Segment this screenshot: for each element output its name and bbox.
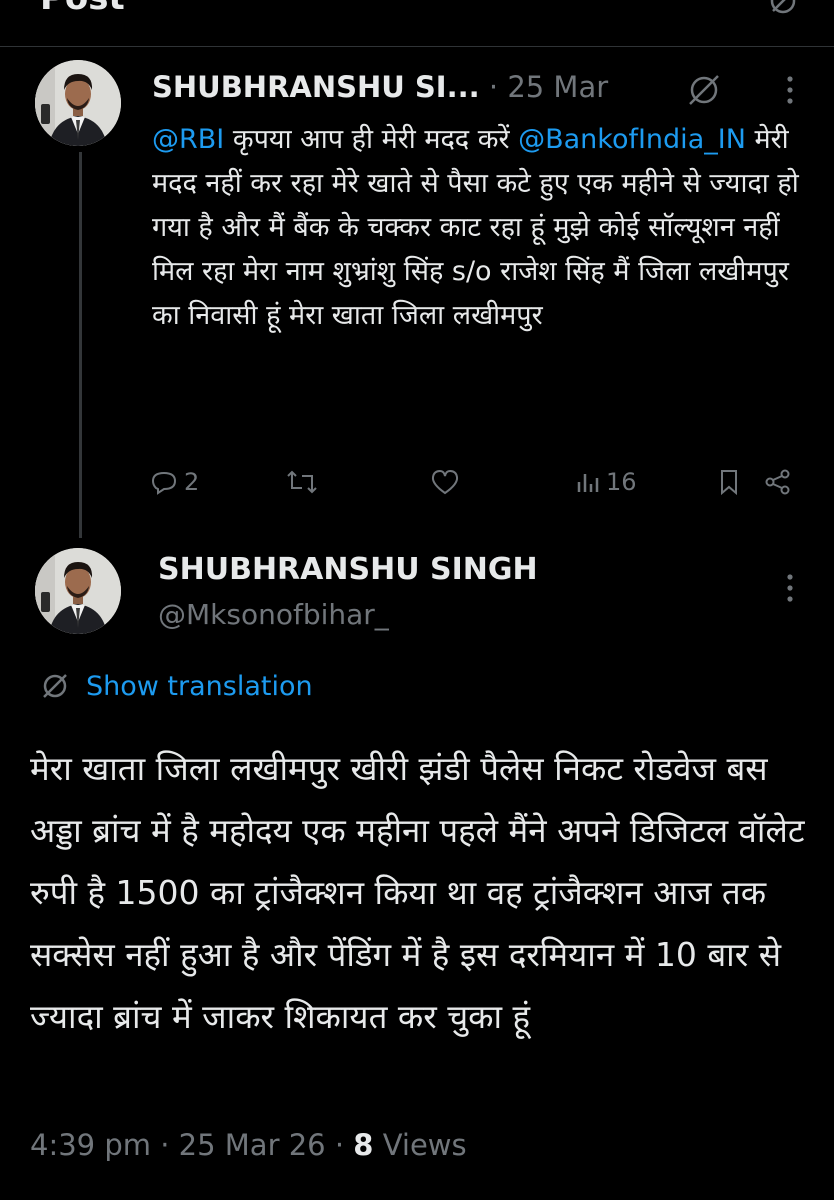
share-icon xyxy=(765,469,790,495)
share-button[interactable] xyxy=(764,462,792,502)
reply-settings-icon[interactable] xyxy=(768,0,798,16)
top-app-bar: Post xyxy=(0,0,834,47)
views-count[interactable]: 8 xyxy=(353,1128,373,1162)
post-meta: 4:39 pm · 25 Mar 26 · 8 Views xyxy=(30,1128,467,1162)
grok-icon xyxy=(43,674,67,698)
post-text: @RBI कृपया आप ही मेरी मदद करें @BankofIn… xyxy=(152,118,812,338)
profile-photo xyxy=(35,548,121,634)
reply-icon xyxy=(151,471,177,495)
profile-photo xyxy=(35,60,121,146)
post-text-segment: कृपया आप ही मेरी मदद करें xyxy=(224,124,519,155)
views-label: Views xyxy=(382,1128,467,1162)
post-text: मेरा खाता जिला लखीमपुर खीरी झंडी पैलेस न… xyxy=(30,749,805,1036)
post-text-segment: मेरी मदद नहीं कर रहा मेरे खाते से पैसा क… xyxy=(152,124,799,331)
views-count: 16 xyxy=(606,468,637,496)
show-translation-label: Show translation xyxy=(86,670,313,702)
separator-dot: · xyxy=(488,70,499,104)
analytics-icon xyxy=(577,474,599,492)
thread-connector xyxy=(79,152,82,538)
action-bar: 2 16 xyxy=(150,462,800,502)
like-button[interactable] xyxy=(430,462,460,502)
author-name[interactable]: SHUBHRANSHU SINGH xyxy=(158,552,538,587)
separator-dot: · xyxy=(160,1128,170,1162)
views-button[interactable]: 16 xyxy=(576,462,637,502)
bookmark-icon xyxy=(721,470,737,496)
page-title: Post xyxy=(40,0,125,18)
post-date[interactable]: 25 Mar xyxy=(507,70,608,104)
post-date: 25 Mar 26 xyxy=(178,1128,326,1162)
repost-icon xyxy=(287,470,317,494)
avatar[interactable] xyxy=(35,548,121,634)
bookmark-button[interactable] xyxy=(718,462,740,502)
reply-button[interactable]: 2 xyxy=(150,462,199,502)
show-translation-button[interactable]: Show translation xyxy=(40,666,313,706)
grok-icon[interactable] xyxy=(684,72,724,108)
separator-dot: · xyxy=(334,1128,345,1162)
mention-link[interactable]: @RBI xyxy=(152,124,224,155)
avatar[interactable] xyxy=(35,60,121,146)
author-name[interactable]: SHUBHRANSHU SI... xyxy=(152,70,480,104)
heart-icon xyxy=(431,469,459,495)
author-handle[interactable]: @Mksonofbihar_ xyxy=(158,598,389,631)
more-options-icon[interactable] xyxy=(780,570,800,606)
more-options-icon[interactable] xyxy=(780,72,800,108)
mention-link[interactable]: @BankofIndia_IN xyxy=(518,124,746,155)
post-time: 4:39 pm xyxy=(30,1128,151,1162)
reply-count: 2 xyxy=(184,468,200,496)
repost-button[interactable] xyxy=(286,462,318,502)
